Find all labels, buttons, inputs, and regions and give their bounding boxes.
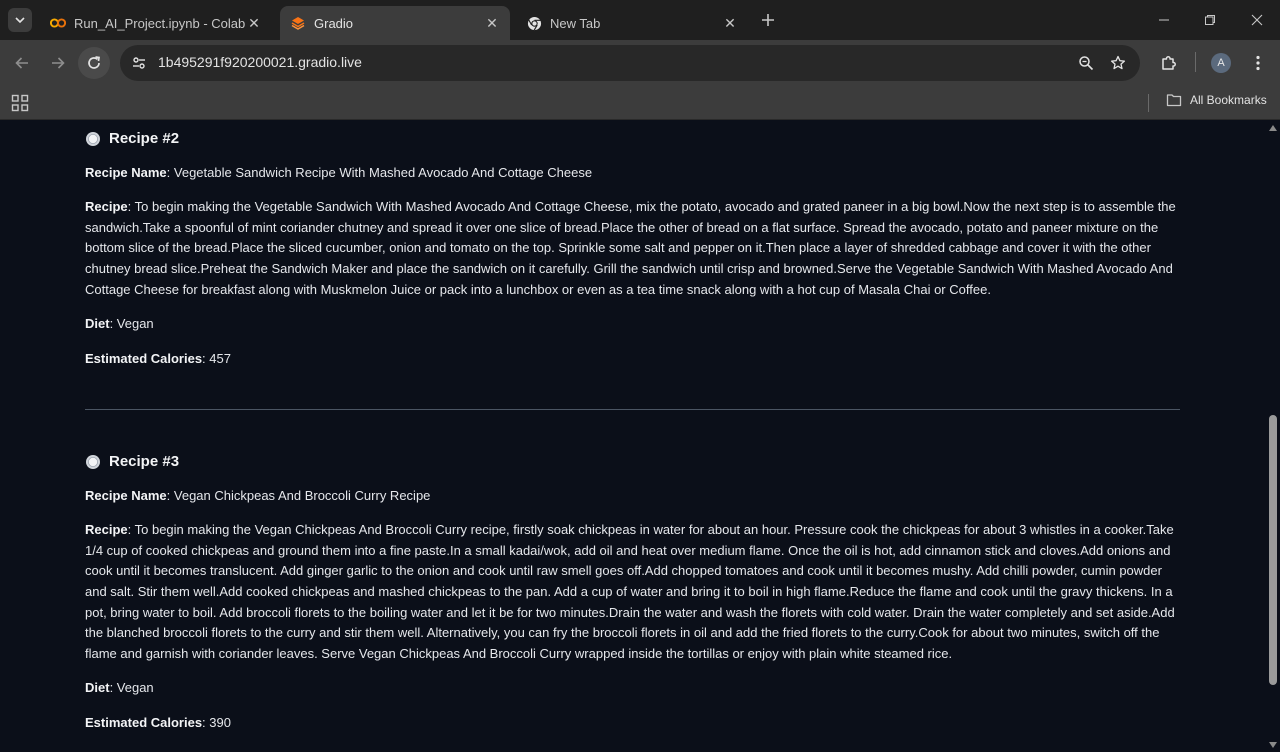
recipe-instructions-label: Recipe xyxy=(85,522,128,538)
site-info-button[interactable] xyxy=(126,50,152,76)
new-tab-button[interactable] xyxy=(756,8,780,32)
tab-colab[interactable]: Run_AI_Project.ipynb - Colab ✕ xyxy=(40,6,272,40)
recipe-name-label: Recipe Name xyxy=(85,164,167,180)
puzzle-icon xyxy=(1162,56,1176,70)
page-scrollbar[interactable] xyxy=(1266,121,1280,752)
bookmarks-bar: All Bookmarks xyxy=(0,86,1280,120)
more-vert-icon xyxy=(1256,55,1260,71)
bookmark-star-button[interactable] xyxy=(1106,51,1130,75)
scroll-up-arrow-icon[interactable] xyxy=(1269,125,1277,131)
close-icon[interactable]: ✕ xyxy=(484,15,500,31)
recipe-calories-row: Estimated Calories: 457 xyxy=(85,349,1180,370)
close-icon[interactable]: ✕ xyxy=(722,15,738,31)
restore-icon xyxy=(1205,15,1215,25)
bookmarks-divider xyxy=(1148,94,1149,112)
star-icon xyxy=(1110,55,1126,70)
folder-icon xyxy=(1166,94,1182,107)
close-icon xyxy=(1251,14,1263,26)
zoom-button[interactable] xyxy=(1074,51,1098,75)
url-text[interactable]: 1b495291f920200021.gradio.live xyxy=(158,54,362,70)
recipe-diet-value: : Vegan xyxy=(109,680,154,696)
recipe-diet-row: Diet: Vegan xyxy=(85,314,1180,335)
tab-new-tab-title: New Tab xyxy=(550,15,601,31)
menu-button[interactable] xyxy=(1242,47,1274,79)
plate-icon xyxy=(86,455,100,470)
recipe-diet-label: Diet xyxy=(85,680,110,696)
arrow-right-icon xyxy=(52,57,65,69)
extensions-button[interactable] xyxy=(1153,47,1185,79)
tab-search-button[interactable] xyxy=(8,8,32,32)
recipe-heading: Recipe #2 xyxy=(85,129,1180,150)
browser-toolbar: 1b495291f920200021.gradio.live xyxy=(0,40,1280,86)
recipe-diet-row: Diet: Vegan xyxy=(85,678,1180,699)
recipe-name-label: Recipe Name xyxy=(85,487,167,503)
recipe-card: Recipe #3 Recipe Name: Vegan Chickpeas A… xyxy=(85,452,1180,734)
colab-icon xyxy=(50,15,66,31)
browser-window: Run_AI_Project.ipynb - Colab ✕ Gradio ✕ … xyxy=(0,0,1280,752)
page-content: Recipe #2 Recipe Name: Vegetable Sandwic… xyxy=(0,121,1266,752)
reload-button[interactable] xyxy=(78,47,110,79)
recipe-name-row: Recipe Name: Vegetable Sandwich Recipe W… xyxy=(85,163,1180,184)
apps-grid-icon[interactable] xyxy=(11,94,29,112)
all-bookmarks-button[interactable]: All Bookmarks xyxy=(1166,93,1267,107)
back-button[interactable] xyxy=(6,47,38,79)
recipe-heading-text: Recipe #2 xyxy=(109,130,180,147)
recipe-diet-label: Diet xyxy=(85,316,110,332)
tab-new-tab[interactable]: New Tab ✕ xyxy=(516,6,748,40)
gradio-icon xyxy=(290,15,306,31)
recipe-name-value: : Vegetable Sandwich Recipe With Mashed … xyxy=(166,164,593,180)
chrome-icon xyxy=(526,15,542,31)
minimize-icon xyxy=(1159,19,1169,21)
recipe-calories-value: : 390 xyxy=(202,714,231,730)
recipe-diet-value: : Vegan xyxy=(109,316,154,332)
recipe-calories-row: Estimated Calories: 390 xyxy=(85,713,1180,734)
tab-strip: Run_AI_Project.ipynb - Colab ✕ Gradio ✕ … xyxy=(0,0,1280,40)
tab-colab-title: Run_AI_Project.ipynb - Colab xyxy=(74,15,246,31)
all-bookmarks-label: All Bookmarks xyxy=(1190,93,1267,107)
recipe-instructions-row: Recipe: To begin making the Vegan Chickp… xyxy=(85,520,1180,664)
recipe-instructions-label: Recipe xyxy=(85,199,128,215)
plus-icon xyxy=(762,14,774,26)
recipe-name-value: : Vegan Chickpeas And Broccoli Curry Rec… xyxy=(166,487,431,503)
scroll-down-arrow-icon[interactable] xyxy=(1269,742,1277,748)
recipe-divider xyxy=(85,409,1180,410)
recipe-calories-label: Estimated Calories xyxy=(85,714,203,730)
minimize-button[interactable] xyxy=(1141,0,1187,40)
recipe-instructions-row: Recipe: To begin making the Vegetable Sa… xyxy=(85,197,1180,300)
recipe-instructions-value: : To begin making the Vegetable Sandwich… xyxy=(85,199,1176,297)
recipe-calories-label: Estimated Calories xyxy=(85,350,203,366)
profile-avatar[interactable]: A xyxy=(1211,53,1231,73)
plate-icon xyxy=(86,132,100,147)
address-bar[interactable]: 1b495291f920200021.gradio.live xyxy=(120,45,1140,81)
recipe-name-row: Recipe Name: Vegan Chickpeas And Broccol… xyxy=(85,486,1180,507)
scrollbar-thumb[interactable] xyxy=(1269,415,1277,685)
zoom-icon xyxy=(1079,56,1094,71)
close-icon[interactable]: ✕ xyxy=(246,15,262,31)
toolbar-divider xyxy=(1195,52,1196,72)
restore-button[interactable] xyxy=(1187,0,1233,40)
tune-icon xyxy=(133,57,145,69)
arrow-left-icon xyxy=(15,57,28,69)
recipe-heading: Recipe #3 xyxy=(85,452,1180,473)
tab-gradio[interactable]: Gradio ✕ xyxy=(280,6,510,40)
tab-gradio-title: Gradio xyxy=(314,15,354,31)
forward-button[interactable] xyxy=(42,47,74,79)
chevron-down-icon xyxy=(15,17,25,24)
recipe-instructions-value: : To begin making the Vegan Chickpeas An… xyxy=(85,522,1175,661)
close-window-button[interactable] xyxy=(1234,0,1280,40)
recipe-heading-text: Recipe #3 xyxy=(109,453,180,470)
reload-icon xyxy=(88,56,100,69)
recipe-card: Recipe #2 Recipe Name: Vegetable Sandwic… xyxy=(85,129,1180,369)
recipe-calories-value: : 457 xyxy=(202,350,231,366)
